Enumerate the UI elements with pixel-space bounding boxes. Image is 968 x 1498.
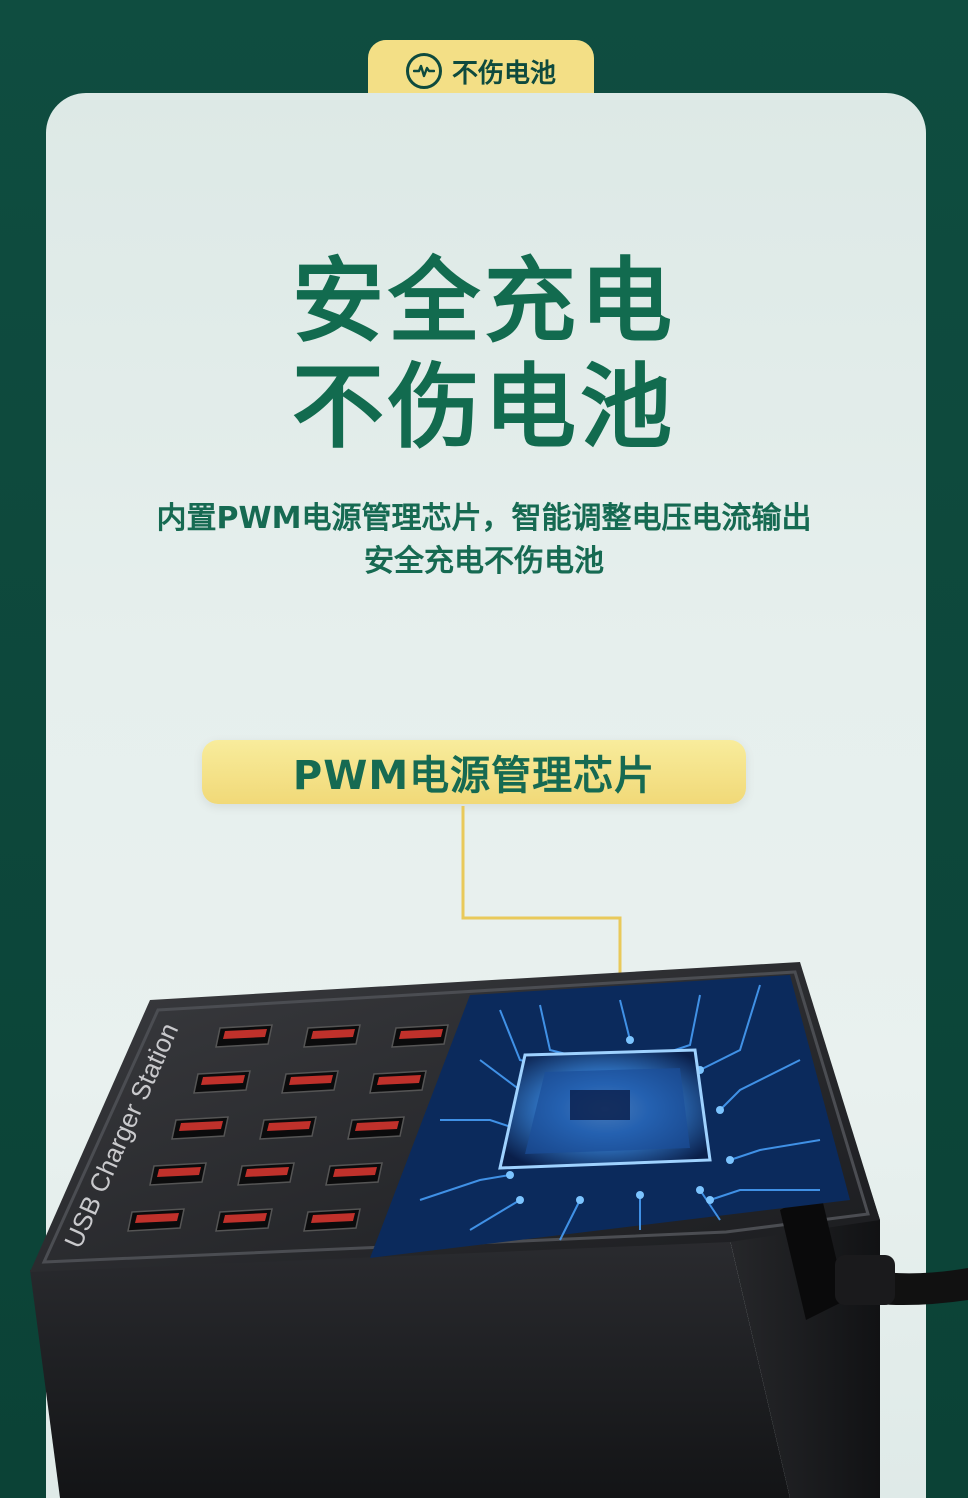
feature-tab-label: 不伤电池 bbox=[451, 58, 556, 89]
headline-line-2: 不伤电池 bbox=[291, 354, 676, 461]
pulse-circle-icon bbox=[405, 53, 442, 89]
headline-line-1: 安全充电 bbox=[291, 248, 676, 355]
subtitle-line-1: 内置PWM电源管理芯片，智能调整电压电流输出 bbox=[156, 501, 812, 536]
chip-callout-label: PWM电源管理芯片 bbox=[202, 740, 746, 804]
usb-charger-product-image: USB Charger Station bbox=[30, 806, 968, 1498]
subtitle-line-2: 安全充电不伤电池 bbox=[364, 544, 604, 579]
charger-front-face bbox=[30, 1240, 790, 1498]
cable-plug bbox=[835, 1255, 895, 1305]
